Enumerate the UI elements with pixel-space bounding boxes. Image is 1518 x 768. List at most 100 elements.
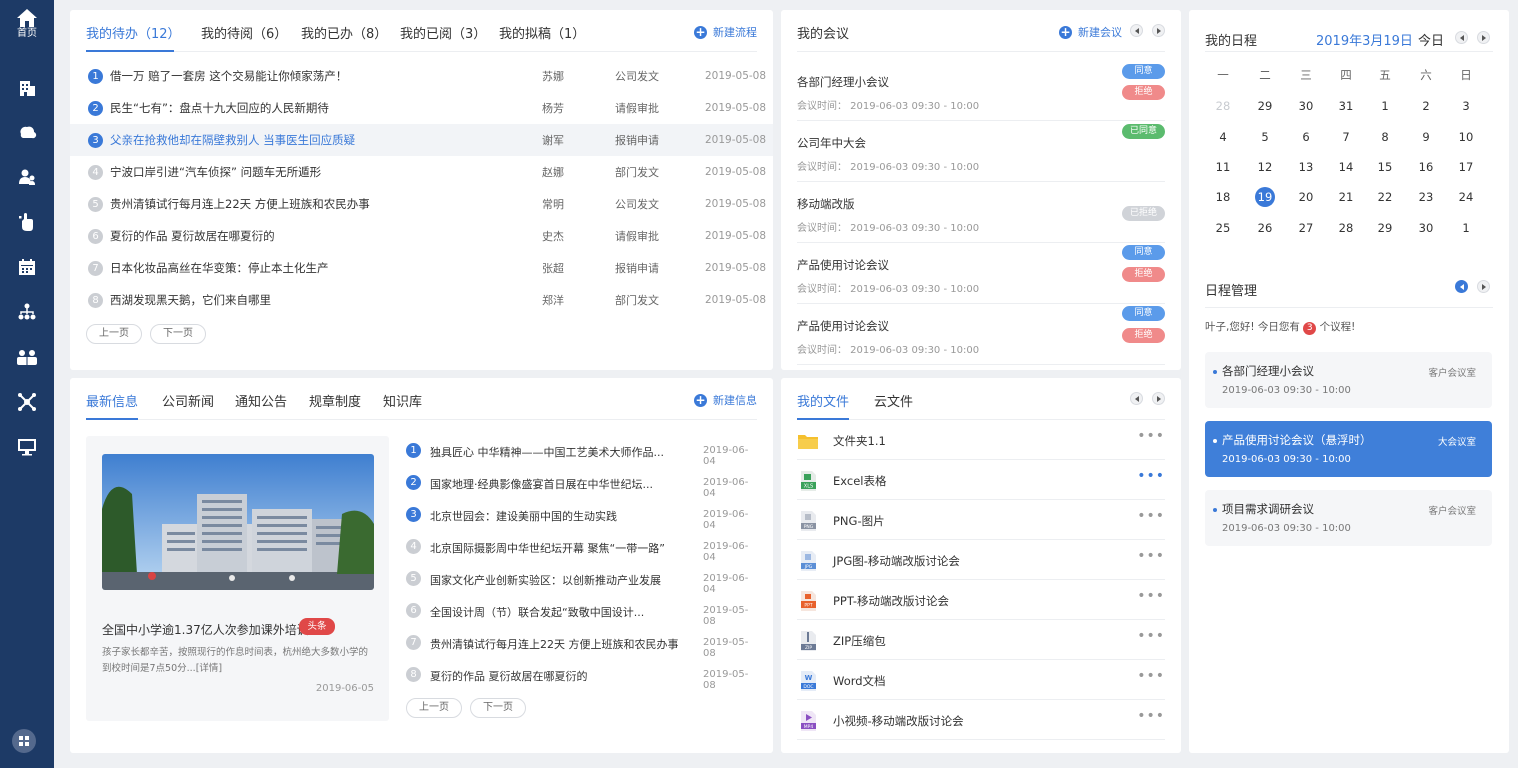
schedule-item[interactable]: 各部门经理小会议 2019-06-03 09:30 - 10:00 客户会议室 [1205, 352, 1492, 408]
featured-news[interactable]: 全国中小学逾1.37亿人次参加课外培训 头条 孩子家长都辛苦，按照现行的作息时间… [86, 436, 389, 721]
news-title[interactable]: 夏衍的作品 夏衍故居在哪夏衍的 [430, 668, 588, 684]
accept-button[interactable]: 同意 [1122, 245, 1165, 260]
meeting-item[interactable]: 产品使用讨论会议 会议时间： 2019-06-03 09:30 - 10:00 … [797, 243, 1165, 304]
calendar-day[interactable]: 5 [1252, 127, 1278, 147]
file-item[interactable]: 文件夹1.1 ••• [797, 420, 1165, 460]
calendar-day[interactable]: 30 [1413, 218, 1439, 238]
schedule-item[interactable]: 项目需求调研会议 2019-06-03 09:30 - 10:00 客户会议室 [1205, 490, 1492, 546]
file-item[interactable]: ZIP ZIP压缩包 ••• [797, 620, 1165, 660]
row-title[interactable]: 夏衍的作品 夏衍故居在哪夏衍的 [110, 228, 275, 244]
more-options-icon[interactable]: ••• [1137, 588, 1165, 604]
calendar-day[interactable]: 3 [1453, 96, 1479, 116]
prev-month-icon[interactable] [1455, 31, 1468, 44]
calendar-current-date[interactable]: 2019年3月19日 [1316, 30, 1413, 49]
row-title[interactable]: 宁波口岸引进“汽车侦探” 问题车无所遁形 [110, 164, 321, 180]
calendar-day[interactable]: 23 [1413, 187, 1439, 207]
users-icon[interactable] [11, 161, 43, 193]
list-item[interactable]: 5 国家文化产业创新实验区：以创新推动产业发展 2019-06-04 [406, 563, 757, 595]
file-item[interactable]: PNG PNG-图片 ••• [797, 500, 1165, 540]
accept-button[interactable]: 同意 [1122, 306, 1165, 321]
org-chart-icon[interactable] [11, 296, 43, 328]
calendar-day[interactable]: 28 [1210, 96, 1236, 116]
new-info-button[interactable]: + 新建信息 [694, 392, 757, 408]
tab-company-news[interactable]: 公司新闻 [162, 391, 214, 410]
tab-read[interactable]: 我的已阅（3） [400, 23, 486, 42]
list-item[interactable]: 4 北京国际摄影周中华世纪坛开幕 聚焦“一带一路” 2019-06-04 [406, 531, 757, 563]
calendar-day[interactable]: 30 [1293, 96, 1319, 116]
tab-latest[interactable]: 最新信息 [86, 391, 138, 410]
table-row[interactable]: 4 宁波口岸引进“汽车侦探” 问题车无所遁形 赵娜 部门发文 2019-05-0… [70, 156, 773, 188]
calendar-day[interactable]: 8 [1372, 127, 1398, 147]
row-title[interactable]: 父亲在抢救他却在隔壁救别人 当事医生回应质疑 [110, 132, 355, 148]
file-item[interactable]: JPG JPG图-移动端改版讨论会 ••• [797, 540, 1165, 580]
meeting-item[interactable]: 移动端改版 会议时间： 2019-06-03 09:30 - 10:00 已拒绝 [797, 182, 1165, 243]
row-title[interactable]: 日本化妆品高丝在华变策：停止本土化生产 [110, 260, 329, 276]
tab-to-read[interactable]: 我的待阅（6） [201, 23, 287, 42]
prev-page-button[interactable]: 上一页 [406, 698, 462, 718]
calendar-day[interactable]: 4 [1210, 127, 1236, 147]
calendar-day[interactable]: 29 [1252, 96, 1278, 116]
more-options-icon[interactable]: ••• [1137, 508, 1165, 524]
reject-button[interactable]: 拒绝 [1122, 328, 1165, 343]
table-row[interactable]: 8 西湖发现黑天鹅，它们来自哪里 郑洋 部门发文 2019-05-08 [70, 284, 773, 316]
schedule-item-active[interactable]: 产品使用讨论会议（悬浮时） 2019-06-03 09:30 - 10:00 大… [1205, 421, 1492, 477]
next-page-button[interactable]: 下一页 [150, 324, 206, 344]
calendar-day[interactable]: 25 [1210, 218, 1236, 238]
monitor-icon[interactable] [11, 431, 43, 463]
file-name[interactable]: Excel表格 [833, 473, 886, 489]
calendar-day[interactable]: 22 [1372, 187, 1398, 207]
hand-pointer-icon[interactable] [11, 206, 43, 238]
news-title[interactable]: 北京国际摄影周中华世纪坛开幕 聚焦“一带一路” [430, 540, 665, 556]
file-item[interactable]: DOC W Word文档 ••• [797, 660, 1165, 700]
featured-image[interactable] [102, 454, 374, 590]
file-item[interactable]: PPT PPT-移动端改版讨论会 ••• [797, 580, 1165, 620]
file-item[interactable]: MP4 小视频-移动端改版讨论会 ••• [797, 700, 1165, 740]
calendar-day[interactable]: 10 [1453, 127, 1479, 147]
calendar-day[interactable]: 31 [1333, 96, 1359, 116]
prev-schedule-icon[interactable] [1455, 280, 1468, 293]
calendar-day[interactable]: 16 [1413, 157, 1439, 177]
tab-my-files[interactable]: 我的文件 [797, 391, 849, 410]
calendar-day[interactable]: 9 [1413, 127, 1439, 147]
calendar-day[interactable]: 27 [1293, 218, 1319, 238]
network-icon[interactable] [11, 386, 43, 418]
tab-drafts[interactable]: 我的拟稿（1） [499, 23, 585, 42]
list-item[interactable]: 1 独具匠心 中华精神——中国工艺美术大师作品... 2019-06-04 [406, 435, 757, 467]
more-options-icon[interactable]: ••• [1137, 548, 1165, 564]
more-options-icon[interactable]: ••• [1137, 668, 1165, 684]
list-item[interactable]: 3 北京世园会：建设美丽中国的生动实践 2019-06-04 [406, 499, 757, 531]
row-title[interactable]: 民生“七有”：盘点十九大回应的人民新期待 [110, 100, 329, 116]
calendar-day[interactable]: 14 [1333, 157, 1359, 177]
nav-home[interactable]: 首页 [0, 4, 54, 50]
file-name[interactable]: JPG图-移动端改版讨论会 [833, 553, 960, 569]
next-month-icon[interactable] [1477, 31, 1490, 44]
today-button[interactable]: 今日 [1418, 30, 1444, 49]
calendar-day[interactable]: 6 [1293, 127, 1319, 147]
calendar-day[interactable]: 11 [1210, 157, 1236, 177]
cloud-icon[interactable] [11, 116, 43, 148]
accept-button[interactable]: 同意 [1122, 64, 1165, 79]
meeting-item[interactable]: 产品使用讨论会议 会议时间： 2019-06-03 09:30 - 10:00 … [797, 304, 1165, 365]
reject-button[interactable]: 拒绝 [1122, 85, 1165, 100]
file-name[interactable]: ZIP压缩包 [833, 633, 886, 649]
calendar-day[interactable]: 28 [1333, 218, 1359, 238]
tab-notices[interactable]: 通知公告 [235, 391, 287, 410]
next-schedule-icon[interactable] [1477, 280, 1490, 293]
calendar-day[interactable]: 20 [1293, 187, 1319, 207]
more-options-icon[interactable]: ••• [1137, 708, 1165, 724]
more-options-icon[interactable]: ••• [1137, 428, 1165, 444]
new-process-button[interactable]: + 新建流程 [694, 24, 757, 40]
calendar-day[interactable]: 18 [1210, 187, 1236, 207]
calendar-icon[interactable] [11, 251, 43, 283]
reject-button[interactable]: 拒绝 [1122, 267, 1165, 282]
calendar-day[interactable]: 2 [1413, 96, 1439, 116]
calendar-day[interactable]: 24 [1453, 187, 1479, 207]
calendar-day[interactable]: 15 [1372, 157, 1398, 177]
prev-arrow-icon[interactable] [1130, 392, 1143, 405]
table-row[interactable]: 3 父亲在抢救他却在隔壁救别人 当事医生回应质疑 谢军 报销申请 2019-05… [70, 124, 773, 156]
more-options-icon[interactable]: ••• [1137, 628, 1165, 644]
calendar-day[interactable]: 13 [1293, 157, 1319, 177]
calendar-day[interactable]: 1 [1453, 218, 1479, 238]
list-item[interactable]: 6 全国设计周（节）联合发起“致敬中国设计... 2019-05-08 [406, 595, 757, 627]
list-item[interactable]: 7 贵州清镇试行每月连上22天 方便上班族和农民办事 2019-05-08 [406, 627, 757, 659]
